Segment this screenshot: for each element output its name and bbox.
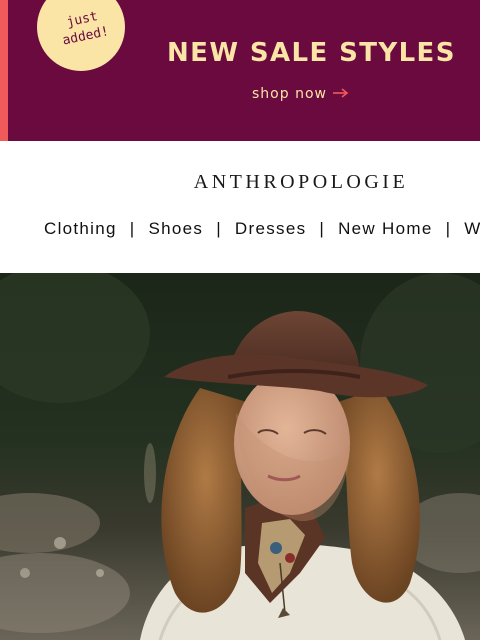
nav-separator: | bbox=[216, 219, 222, 238]
banner-accent-stripe bbox=[0, 0, 8, 141]
just-added-badge: just added! bbox=[37, 0, 125, 71]
shop-now-link[interactable]: shop now bbox=[252, 86, 349, 102]
hero-photo bbox=[0, 273, 480, 640]
nav-item-new-home[interactable]: New Home bbox=[338, 219, 432, 239]
promo-banner[interactable]: just added! NEW SALE STYLES shop now bbox=[0, 0, 480, 141]
sale-title: NEW SALE STYLES bbox=[167, 38, 456, 68]
hero-image[interactable] bbox=[0, 273, 480, 640]
nav-item-truncated[interactable]: W bbox=[464, 219, 480, 239]
nav-item-dresses[interactable]: Dresses bbox=[235, 219, 306, 239]
nav-item-clothing[interactable]: Clothing bbox=[44, 219, 117, 239]
shop-now-label: shop now bbox=[252, 86, 327, 102]
nav-separator: | bbox=[319, 219, 326, 238]
nav-separator: | bbox=[445, 219, 452, 238]
badge-text: just added! bbox=[48, 5, 120, 52]
main-nav: Clothing | Shoes | Dresses | New Home | W bbox=[44, 219, 480, 239]
nav-item-shoes[interactable]: Shoes bbox=[149, 219, 204, 239]
arrow-right-icon bbox=[332, 88, 349, 98]
nav-separator: | bbox=[129, 219, 136, 238]
anthropologie-logo[interactable]: ANTHROPOLOGIE bbox=[0, 171, 480, 194]
